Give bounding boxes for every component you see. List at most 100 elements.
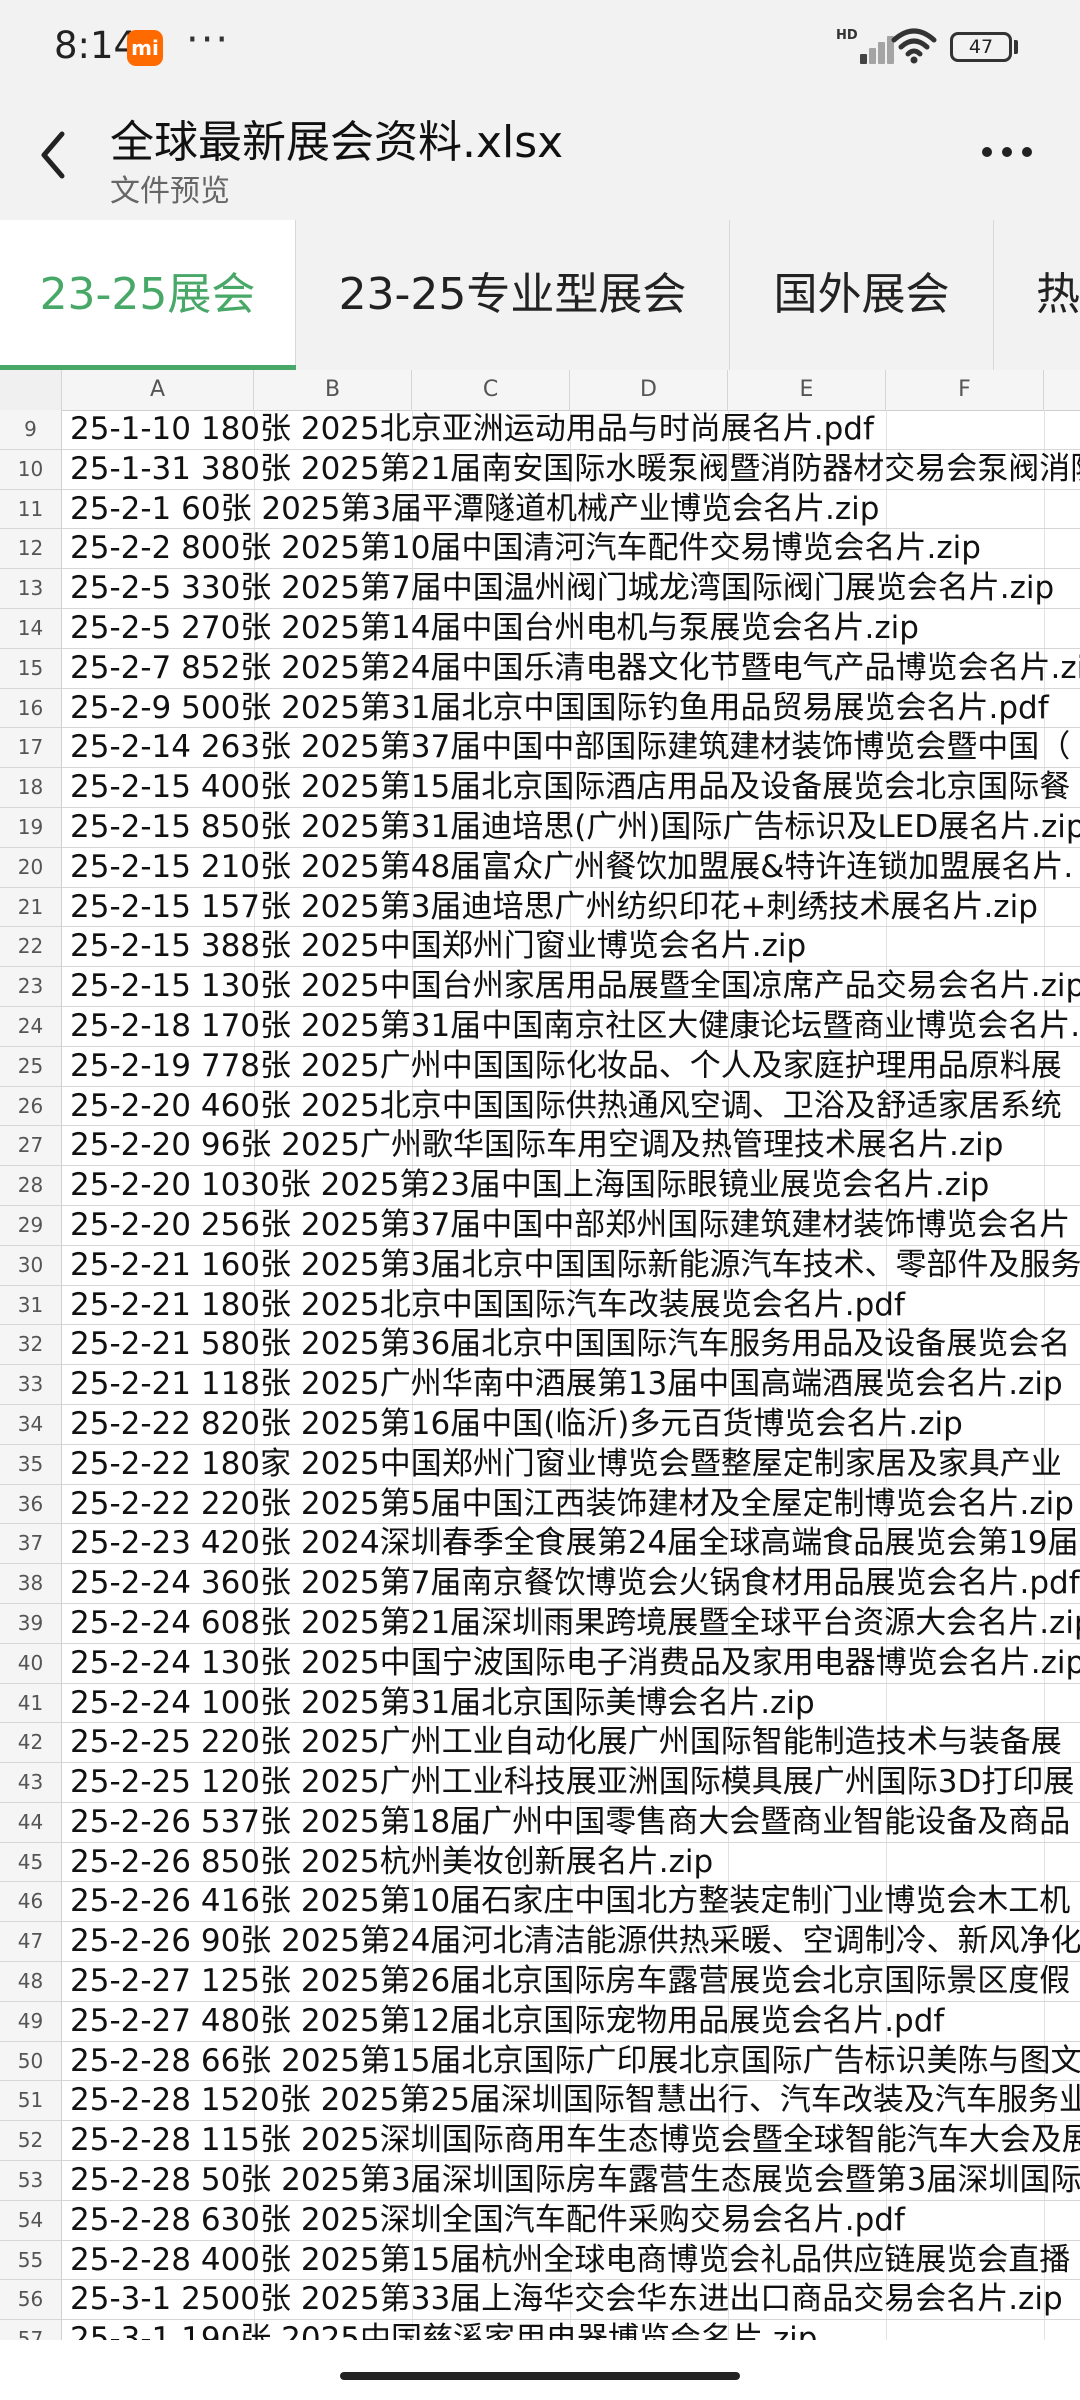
row-number[interactable]: 12 [0, 529, 62, 569]
table-row[interactable]: 46 25-2-26 416张 2025第10届石家庄中国北方整装定制门业博览会木… [0, 1882, 1080, 1923]
cell-a[interactable]: 25-2-18 170张 2025第31届中国南京社区大健康论坛暨商业博览会名片… [70, 1007, 1080, 1045]
table-row[interactable]: 34 25-2-22 820张 2025第16届中国(临沂)多元百货博览会名片.z… [0, 1404, 1080, 1445]
table-row[interactable]: 37 25-2-23 420张 2024深圳春季全食展第24届全球高端食品展览会第… [0, 1524, 1080, 1565]
row-number[interactable]: 56 [0, 2280, 62, 2320]
cell-a[interactable]: 25-2-5 330张 2025第7届中国温州阀门城龙湾国际阀门展览会名片.zi… [70, 569, 1054, 607]
table-row[interactable]: 17 25-2-14 263张 2025第37届中国中部国际建筑建材装饰博览会暨中… [0, 728, 1080, 769]
table-row[interactable]: 35 25-2-22 180家 2025中国郑州门窗业博览会暨整屋定制家居及家具产… [0, 1444, 1080, 1485]
row-number[interactable]: 54 [0, 2200, 62, 2240]
corner-cell[interactable] [0, 370, 62, 410]
row-number[interactable]: 22 [0, 927, 62, 967]
cell-a[interactable]: 25-2-15 400张 2025第15届北京国际酒店用品及设备展览会北京国际餐 [70, 768, 1070, 806]
cell-a[interactable]: 25-2-15 157张 2025第3届迪培思广州纺织印花+刺绣技术展名片.zi… [70, 888, 1038, 926]
row-number[interactable]: 26 [0, 1086, 62, 1126]
row-number[interactable]: 27 [0, 1126, 62, 1166]
table-row[interactable]: 22 25-2-15 388张 2025中国郑州门窗业博览会名片.zip [0, 927, 1080, 968]
cell-a[interactable]: 25-2-24 608张 2025第21届深圳雨果跨境展暨全球平台资源大会名片.… [70, 1604, 1080, 1642]
table-row[interactable]: 56 25-3-1 2500张 2025第33届上海华交会华东进出口商品交易会名片… [0, 2280, 1080, 2321]
row-number[interactable]: 44 [0, 1802, 62, 1842]
table-row[interactable]: 16 25-2-9 500张 2025第31届北京中国国际钓鱼用品贸易展览会名片.… [0, 688, 1080, 729]
row-number[interactable]: 14 [0, 608, 62, 648]
cell-a[interactable]: 25-2-15 210张 2025第48届富众广州餐饮加盟展&特许连锁加盟展名片… [70, 848, 1073, 886]
table-row[interactable]: 53 25-2-28 50张 2025第3届深圳国际房车露营生态展览会暨第3届深圳… [0, 2161, 1080, 2201]
cell-a[interactable]: 25-2-28 630张 2025深圳全国汽车配件采购交易会名片.pdf [70, 2201, 905, 2239]
table-row[interactable]: 32 25-2-21 580张 2025第36届北京中国国际汽车服务用品及设备展览… [0, 1325, 1080, 1366]
table-row[interactable]: 23 25-2-15 130张 2025中国台州家居用品展暨全国凉席产品交易会名片… [0, 967, 1080, 1007]
table-row[interactable]: 55 25-2-28 400张 2025第15届杭州全球电商博览会礼品供应链展览会… [0, 2240, 1080, 2281]
cell-a[interactable]: 25-2-28 1520张 2025第25届深圳国际智慧出行、汽车改装及汽车服务… [70, 2081, 1080, 2119]
cell-a[interactable]: 25-2-26 537张 2025第18届广州中国零售商大会暨商业智能设备及商品 [70, 1803, 1070, 1841]
table-row[interactable]: 13 25-2-5 330张 2025第7届中国温州阀门城龙湾国际阀门展览会名片.… [0, 569, 1080, 609]
column-header-c[interactable]: C [412, 370, 570, 410]
cell-a[interactable]: 25-2-28 50张 2025第3届深圳国际房车露营生态展览会暨第3届深圳国际 [70, 2161, 1080, 2199]
table-row[interactable]: 15 25-2-7 852张 2025第24届中国乐清电器文化节暨电气产品博览会名… [0, 648, 1080, 689]
cell-a[interactable]: 25-2-5 270张 2025第14届中国台州电机与泵展览会名片.zip [70, 609, 919, 647]
tab-23-25-professional-exhibitions[interactable]: 23-25专业型展会 [296, 220, 730, 370]
row-number[interactable]: 36 [0, 1484, 62, 1524]
row-number[interactable]: 25 [0, 1046, 62, 1086]
cell-a[interactable]: 25-2-24 100张 2025第31届北京国际美博会名片.zip [70, 1684, 815, 1722]
cell-a[interactable]: 25-2-27 125张 2025第26届北京国际房车露营展览会北京国际景区度假 [70, 1962, 1070, 2000]
cell-a[interactable]: 25-2-23 420张 2024深圳春季全食展第24届全球高端食品展览会第19… [70, 1524, 1079, 1562]
row-number[interactable]: 43 [0, 1763, 62, 1802]
cell-a[interactable]: 25-2-19 778张 2025广州中国国际化妆品、个人及家庭护理用品原料展 [70, 1047, 1062, 1085]
cell-a[interactable]: 25-2-26 850张 2025杭州美妆创新展名片.zip [70, 1843, 713, 1881]
table-row[interactable]: 24 25-2-18 170张 2025第31届中国南京社区大健康论坛暨商业博览会… [0, 1006, 1080, 1047]
table-row[interactable]: 40 25-2-24 130张 2025中国宁波国际电子消费品及家用电器博览会名片… [0, 1643, 1080, 1684]
cell-a[interactable]: 25-2-21 580张 2025第36届北京中国国际汽车服务用品及设备展览会名 [70, 1325, 1070, 1363]
table-row[interactable]: 19 25-2-15 850张 2025第31届迪培思(广州)国际广告标识及LED… [0, 807, 1080, 848]
cell-a[interactable]: 25-1-10 180张 2025北京亚洲运动用品与时尚展名片.pdf [70, 410, 874, 448]
cell-a[interactable]: 25-2-15 850张 2025第31届迪培思(广州)国际广告标识及LED展名… [70, 808, 1080, 846]
row-number[interactable]: 23 [0, 967, 62, 1006]
table-row[interactable]: 36 25-2-22 220张 2025第5届中国江西装饰建材及全屋定制博览会名片… [0, 1484, 1080, 1525]
column-header-e[interactable]: E [728, 370, 886, 410]
row-number[interactable]: 24 [0, 1006, 62, 1046]
row-number[interactable]: 45 [0, 1842, 62, 1882]
cell-a[interactable]: 25-2-20 256张 2025第37届中国中部郑州国际建筑建材装饰博览会名片 [70, 1206, 1070, 1244]
row-number[interactable]: 38 [0, 1564, 62, 1603]
row-number[interactable]: 9 [0, 410, 62, 449]
row-number[interactable]: 35 [0, 1444, 62, 1484]
column-header-b[interactable]: B [254, 370, 412, 410]
cell-a[interactable]: 25-2-2 800张 2025第10届中国清河汽车配件交易博览会名片.zip [70, 529, 981, 567]
column-header-a[interactable]: A [62, 370, 254, 410]
cell-a[interactable]: 25-3-1 2500张 2025第33届上海华交会华东进出口商品交易会名片.z… [70, 2280, 1063, 2318]
table-row[interactable]: 50 25-2-28 66张 2025第15届北京国际广印展北京国际广告标识美陈与… [0, 2041, 1080, 2082]
row-number[interactable]: 55 [0, 2240, 62, 2280]
row-number[interactable]: 32 [0, 1325, 62, 1365]
cell-a[interactable]: 25-2-26 416张 2025第10届石家庄中国北方整装定制门业博览会木工机 [70, 1882, 1070, 1920]
cell-a[interactable]: 25-3-1 190张 2025中国慈溪家用电器博览会名片.zip [70, 2320, 817, 2340]
cell-a[interactable]: 25-2-7 852张 2025第24届中国乐清电器文化节暨电气产品博览会名片.… [70, 649, 1080, 687]
tab-foreign-exhibitions[interactable]: 国外展会 [730, 220, 994, 370]
more-dots-icon[interactable] [975, 132, 1039, 172]
table-row[interactable]: 48 25-2-27 125张 2025第26届北京国际房车露营展览会北京国际景区… [0, 1962, 1080, 2002]
table-row[interactable]: 51 25-2-28 1520张 2025第25届深圳国际智慧出行、汽车改装及汽车… [0, 2081, 1080, 2122]
row-number[interactable]: 46 [0, 1882, 62, 1922]
cell-a[interactable]: 25-2-27 480张 2025第12届北京国际宠物用品展览会名片.pdf [70, 2002, 944, 2040]
cell-a[interactable]: 25-2-24 130张 2025中国宁波国际电子消费品及家用电器博览会名片.z… [70, 1644, 1080, 1682]
cell-a[interactable]: 25-2-1 60张 2025第3届平潭隧道机械产业博览会名片.zip [70, 490, 879, 528]
row-number[interactable]: 49 [0, 2001, 62, 2041]
row-number[interactable]: 41 [0, 1683, 62, 1723]
cell-a[interactable]: 25-2-25 120张 2025广州工业科技展亚洲国际模具展广州国际3D打印展 [70, 1763, 1074, 1801]
table-row[interactable]: 9 25-1-10 180张 2025北京亚洲运动用品与时尚展名片.pdf [0, 410, 1080, 450]
back-chevron-icon[interactable] [24, 120, 84, 190]
column-header-f[interactable]: F [886, 370, 1044, 410]
column-header-d[interactable]: D [570, 370, 728, 410]
row-number[interactable]: 19 [0, 807, 62, 847]
row-number[interactable]: 53 [0, 2161, 62, 2200]
table-row[interactable]: 43 25-2-25 120张 2025广州工业科技展亚洲国际模具展广州国际3D打… [0, 1763, 1080, 1803]
row-number[interactable]: 10 [0, 449, 62, 489]
row-number[interactable]: 39 [0, 1603, 62, 1643]
row-number[interactable]: 31 [0, 1285, 62, 1325]
row-number[interactable]: 13 [0, 569, 62, 608]
row-number[interactable]: 15 [0, 648, 62, 688]
cell-a[interactable]: 25-2-24 360张 2025第7届南京餐饮博览会火锅食材用品展览会名片.p… [70, 1564, 1080, 1602]
row-number[interactable]: 17 [0, 728, 62, 768]
table-row[interactable]: 25 25-2-19 778张 2025广州中国国际化妆品、个人及家庭护理用品原料… [0, 1046, 1080, 1087]
table-row[interactable]: 20 25-2-15 210张 2025第48届富众广州餐饮加盟展&特许连锁加盟展… [0, 847, 1080, 888]
row-number[interactable]: 21 [0, 887, 62, 927]
cell-a[interactable]: 25-2-22 180家 2025中国郑州门窗业博览会暨整屋定制家居及家具产业 [70, 1445, 1062, 1483]
table-row[interactable]: 45 25-2-26 850张 2025杭州美妆创新展名片.zip [0, 1842, 1080, 1883]
table-row[interactable]: 21 25-2-15 157张 2025第3届迪培思广州纺织印花+刺绣技术展名片.… [0, 887, 1080, 928]
